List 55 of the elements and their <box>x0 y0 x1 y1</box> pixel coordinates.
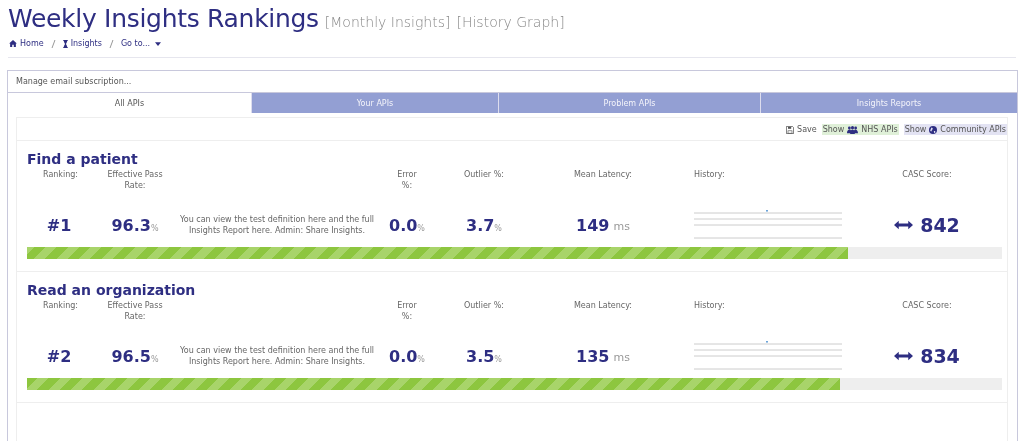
latency-value: 149 <box>576 215 610 235</box>
column-label: History: <box>693 300 726 312</box>
double-arrow-icon <box>894 220 914 230</box>
column-label: Error %: <box>396 169 418 192</box>
outlier-value: 3.5 <box>466 346 495 366</box>
breadcrumb-link[interactable]: Insights <box>62 39 102 48</box>
filter-toggle[interactable]: Show Community APIs <box>903 124 1007 135</box>
header-link[interactable]: [History Graph] <box>456 14 565 30</box>
unit-label: ms <box>613 220 630 233</box>
description-text: You can view the test definition here and the full Insights Report here. Admin: Share Insights. <box>179 214 375 236</box>
pass-rate-value: 96.5 <box>111 346 151 366</box>
error-value: 0.0 <box>389 346 418 366</box>
ranking-value: #1 <box>46 215 72 235</box>
latency-value: 135 <box>576 346 610 366</box>
column-label: CASC Score: <box>901 169 953 181</box>
unit-label: ms <box>613 351 630 364</box>
hourglass-icon <box>62 39 68 48</box>
unit-label: % <box>150 354 159 364</box>
header-link[interactable]: [Monthly Insights] <box>324 14 451 30</box>
pass-rate-value: 96.3 <box>111 215 151 235</box>
column-label: Ranking: <box>42 169 80 181</box>
api-name: Find a patient <box>27 151 139 167</box>
description-text: You can view the test definition here and the full Insights Report here. Admin: Share Insights. <box>179 345 375 367</box>
ranking-value: #2 <box>46 346 72 366</box>
unit-label: % <box>494 223 502 233</box>
score-value: 842 <box>920 214 960 236</box>
breadcrumb-link[interactable]: Go to... <box>120 39 162 48</box>
unit-label: % <box>417 223 425 233</box>
column-label: Ranking: <box>42 300 80 312</box>
column-label: Mean Latency: <box>572 169 634 181</box>
globe-icon <box>929 125 938 134</box>
filter-toggle[interactable]: Show NHS APIs <box>821 124 899 135</box>
caret-icon <box>155 41 162 46</box>
column-label: Outlier %: <box>463 169 505 181</box>
column-label: History: <box>693 169 726 181</box>
column-label: Outlier %: <box>463 300 505 312</box>
score-value: 834 <box>920 345 960 367</box>
column-label: Effective Pass Rate: <box>106 169 164 192</box>
column-label: Effective Pass Rate: <box>106 300 164 323</box>
error-value: 0.0 <box>389 215 418 235</box>
unit-label: % <box>494 354 502 364</box>
floppy-icon <box>786 125 795 134</box>
outlier-value: 3.7 <box>466 215 495 235</box>
page-title: Weekly Insights Rankings <box>8 4 319 33</box>
api-name: Read an organization <box>27 282 197 298</box>
unit-label: % <box>417 354 425 364</box>
column-label: CASC Score: <box>901 300 953 312</box>
double-arrow-icon <box>894 351 914 361</box>
people-icon <box>847 125 859 134</box>
breadcrumb-link[interactable]: Home <box>9 39 44 48</box>
save-button[interactable]: Save <box>786 125 817 134</box>
unit-label: % <box>150 223 159 233</box>
column-label: Mean Latency: <box>572 300 634 312</box>
home-icon <box>9 40 17 47</box>
column-label: Error %: <box>396 300 418 323</box>
